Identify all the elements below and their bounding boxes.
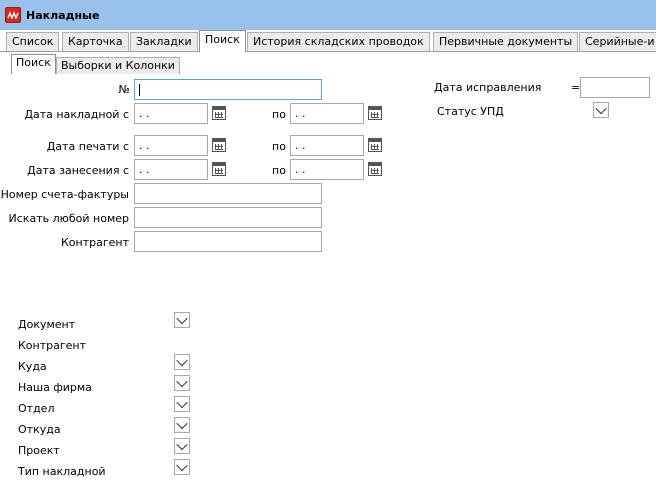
upd-status-label: Статус УПД xyxy=(437,105,504,118)
invoice-date-to-label: по xyxy=(272,108,286,121)
invoice-date-from-input[interactable]: . . xyxy=(134,103,208,124)
filter-dropdown-document[interactable] xyxy=(174,312,190,328)
filter-dropdown-invoice-type[interactable] xyxy=(174,459,190,475)
sub-tabs: Поиск Выборки и Колонки xyxy=(0,54,656,74)
tab-stock-history[interactable]: История складских проводок xyxy=(247,32,430,51)
calendar-icon[interactable] xyxy=(368,106,382,120)
filter-dropdown-project[interactable] xyxy=(174,438,190,454)
filter-dropdown-department[interactable] xyxy=(174,396,190,412)
entry-date-from-input[interactable]: . . xyxy=(134,159,208,180)
correction-date-operator: = xyxy=(571,81,581,94)
filter-label-invoice-type: Тип накладной xyxy=(18,465,106,478)
calendar-icon[interactable] xyxy=(368,162,382,176)
main-tabs: Список Карточка Закладки Поиск История с… xyxy=(0,30,656,52)
calendar-icon[interactable] xyxy=(212,138,226,152)
print-date-to-input[interactable]: . . xyxy=(290,135,364,156)
filter-label-document: Документ xyxy=(18,318,76,331)
correction-date-input[interactable] xyxy=(580,77,650,98)
print-date-label: Дата печати с xyxy=(46,140,129,153)
text-caret xyxy=(139,84,140,96)
subtab-search[interactable]: Поиск xyxy=(11,54,56,74)
print-date-to-label: по xyxy=(272,140,286,153)
tab-serial[interactable]: Серийные-и xyxy=(579,32,656,51)
window-title-bar: Накладные xyxy=(0,0,656,30)
upd-status-dropdown[interactable] xyxy=(593,102,609,118)
calendar-icon[interactable] xyxy=(212,106,226,120)
tab-card[interactable]: Карточка xyxy=(62,32,129,51)
invoice-number-label: Номер счета-фактуры xyxy=(0,188,129,201)
counterparty-label: Контрагент xyxy=(60,236,129,249)
tab-list[interactable]: Список xyxy=(6,32,60,51)
filter-dropdown-source[interactable] xyxy=(174,417,190,433)
calendar-icon[interactable] xyxy=(212,162,226,176)
invoice-date-to-input[interactable]: . . xyxy=(290,103,364,124)
filter-dropdown-destination[interactable] xyxy=(174,354,190,370)
any-number-input[interactable] xyxy=(134,207,322,228)
subtab-selections[interactable]: Выборки и Колонки xyxy=(56,57,180,74)
correction-date-label: Дата исправления xyxy=(434,81,542,94)
calendar-icon[interactable] xyxy=(368,138,382,152)
any-number-label: Искать любой номер xyxy=(8,212,129,225)
tab-bookmarks[interactable]: Закладки xyxy=(130,32,198,51)
filter-label-counterparty: Контрагент xyxy=(18,339,87,352)
window-title: Накладные xyxy=(26,8,100,22)
counterparty-input[interactable] xyxy=(134,231,322,252)
print-date-from-input[interactable]: . . xyxy=(134,135,208,156)
filter-label-our-firm: Наша фирма xyxy=(18,381,92,394)
filter-label-department: Отдел xyxy=(18,402,55,415)
filter-dropdown-our-firm[interactable] xyxy=(174,375,190,391)
filter-label-project: Проект xyxy=(18,444,60,457)
invoice-number-input[interactable] xyxy=(134,183,322,204)
invoice-date-label: Дата накладной с xyxy=(24,108,129,121)
tab-primary-docs[interactable]: Первичные документы xyxy=(433,32,579,51)
entry-date-label: Дата занесения с xyxy=(27,164,129,177)
entry-date-to-label: по xyxy=(272,164,286,177)
app-icon xyxy=(5,7,21,23)
filter-label-destination: Куда xyxy=(18,360,47,373)
entry-date-to-input[interactable]: . . xyxy=(290,159,364,180)
filter-label-source: Откуда xyxy=(18,423,61,436)
number-label: № xyxy=(118,83,130,96)
number-input[interactable] xyxy=(134,79,322,100)
tab-search[interactable]: Поиск xyxy=(199,30,246,52)
